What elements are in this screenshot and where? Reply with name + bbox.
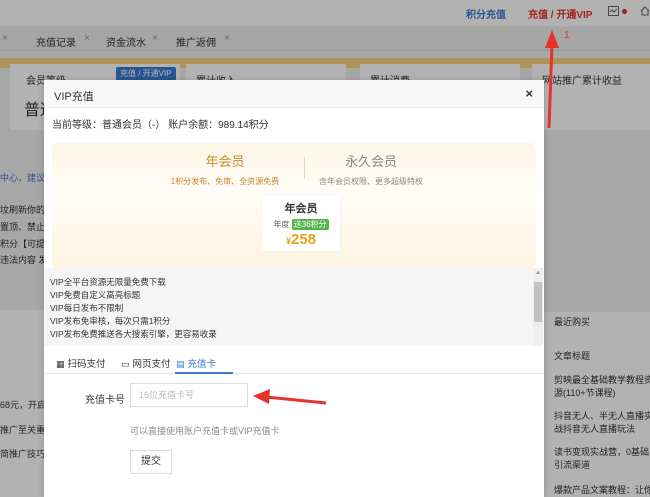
tab-annual-membership[interactable]: 年会员 1积分发布、免审、全资源免费: [150, 151, 300, 187]
close-icon[interactable]: ×: [525, 86, 533, 101]
list-item: VIP发布免审核，每次只需1积分: [50, 316, 171, 326]
card-number-label: 充值卡号: [85, 395, 125, 406]
tab-qr-pay[interactable]: ▦ 扫码支付: [56, 356, 106, 370]
plan-price: ¥258: [262, 231, 340, 248]
qr-code-icon: ▦: [56, 359, 65, 369]
scroll-up-icon[interactable]: ▲: [535, 270, 541, 276]
plan-card-name: 年会员: [284, 203, 318, 215]
account-level-balance: 当前等级：普通会员（-） 账户余额：989.14积分: [52, 120, 269, 131]
tab-lifetime-membership[interactable]: 永久会员 含年会员权限、更多超级特权: [296, 151, 446, 187]
bonus-points-badge: 送36积分: [291, 219, 329, 230]
vip-benefits-list: VIP全平台资源无限量免费下载 VIP免费自定义高亮标题 VIP每日发布不限制 …: [45, 268, 543, 346]
vip-recharge-modal: VIP充值 × 当前等级：普通会员（-） 账户余额：989.14积分 年会员 1…: [44, 80, 544, 497]
annual-plan-card[interactable]: 年会员 年度 送36积分 ¥258: [262, 195, 340, 251]
scrollbar-thumb[interactable]: [534, 282, 542, 322]
plan-card-period-row: 年度 送36积分: [262, 219, 340, 230]
plan-selector: 年会员 1积分发布、免审、全资源免费 永久会员 含年会员权限、更多超级特权 年会…: [52, 143, 536, 268]
tab-web-pay[interactable]: ▭ 网页支付: [121, 356, 171, 370]
modal-title: VIP充值: [54, 91, 94, 103]
tab-label: 充值卡: [187, 359, 217, 370]
active-tab-underline: [175, 372, 233, 374]
benefits-scrollbar[interactable]: ▲: [533, 268, 543, 346]
annual-plan-title: 年会员: [205, 154, 245, 169]
payment-method-tabs: ▦ 扫码支付 ▭ 网页支付 ▤ 充值卡: [44, 350, 544, 374]
list-item: VIP全平台资源无限量免费下载: [50, 277, 166, 287]
list-item: VIP每日发布不限制: [50, 303, 124, 313]
list-item: VIP发布免费推送各大搜索引擎，更容易收录: [50, 329, 217, 339]
card-number-input[interactable]: 16位充值卡号: [130, 383, 248, 407]
price-value: 258: [290, 231, 317, 248]
tab-label: 网页支付: [132, 359, 171, 370]
annual-plan-subtitle: 1积分发布、免审、全资源免费: [170, 177, 280, 186]
card-hint-text: 可以直接使用账户充值卡或VIP充值卡: [130, 426, 280, 436]
lifetime-plan-title: 永久会员: [344, 154, 397, 169]
tab-recharge-card[interactable]: ▤ 充值卡: [176, 356, 216, 370]
modal-header: VIP充值 ×: [44, 80, 544, 108]
plan-card-period: 年度: [273, 220, 290, 229]
annotation-step-number: 1: [564, 30, 570, 41]
card-icon: ▤: [176, 359, 185, 369]
submit-button[interactable]: 提交: [130, 450, 172, 474]
list-item: VIP免费自定义高亮标题: [50, 290, 141, 300]
browser-window-icon: ▭: [121, 359, 130, 369]
tab-label: 扫码支付: [67, 359, 106, 370]
lifetime-plan-subtitle: 含年会员权限、更多超级特权: [319, 177, 423, 186]
